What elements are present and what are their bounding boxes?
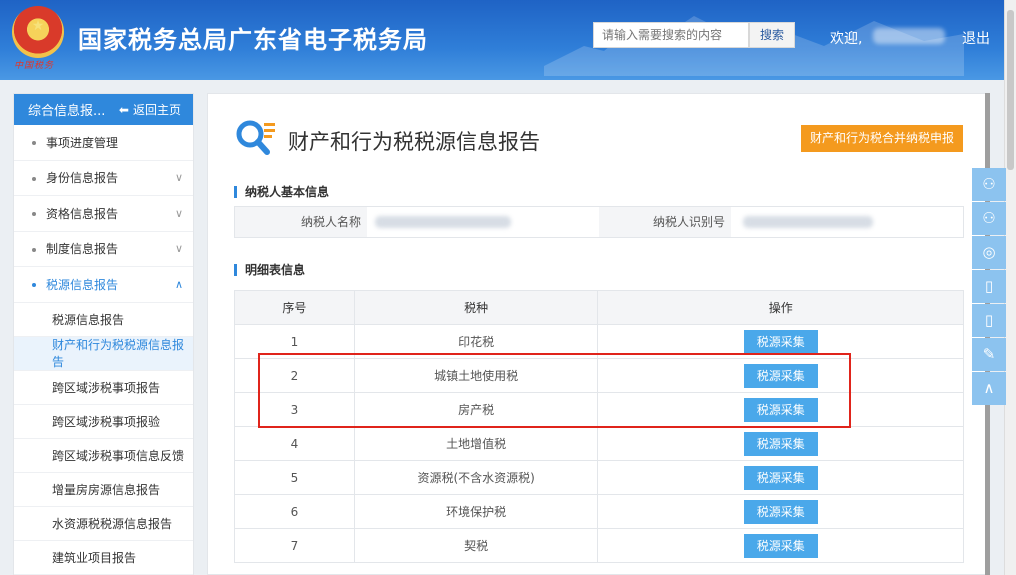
sidebar-item-label: 事项进度管理 [46, 135, 119, 150]
row-no: 6 [234, 494, 355, 529]
table-row: 6 环境保护税 税源采集 [234, 494, 964, 529]
home-link-label: 返回主页 [132, 103, 181, 117]
mobile-icon[interactable]: ▯ [972, 304, 1006, 337]
logout-link[interactable]: 退出 [962, 28, 990, 48]
sidebar-subitem-construction-project[interactable]: 建筑业项目报告 [14, 541, 193, 575]
collect-button-land-appreciation-tax[interactable]: 税源采集 [743, 431, 818, 456]
edit-icon[interactable]: ✎ [972, 338, 1006, 371]
sidebar-subitem-cross-region-feedback[interactable]: 跨区域涉税事项信息反馈 [14, 439, 193, 473]
sidebar-subitem-property-behavior-tax[interactable]: 财产和行为税税源信息报告 [14, 336, 193, 371]
tax-emblem-logo: ★ [12, 6, 64, 58]
bullet-icon [32, 141, 36, 146]
row-tax: 资源税(不含水资源税) [353, 460, 599, 495]
collect-button-resource-tax[interactable]: 税源采集 [743, 465, 818, 490]
bullet-icon [32, 247, 36, 252]
sidebar-title: 综合信息报... [28, 104, 106, 119]
chevron-down-icon: ∨ [174, 206, 183, 220]
row-no: 7 [234, 528, 355, 563]
home-link[interactable]: ⬅ 返回主页 [119, 101, 181, 118]
collect-button-environmental-tax[interactable]: 税源采集 [743, 499, 818, 524]
highlight-annotation-box [258, 353, 851, 428]
bullet-icon [32, 212, 36, 217]
basic-info-section-title: 纳税人基本信息 [234, 186, 329, 198]
table-row: 7 契税 税源采集 [234, 528, 964, 563]
search-input[interactable] [593, 22, 749, 48]
page-title: 财产和行为税税源信息报告 [288, 130, 540, 154]
sidebar-item-system[interactable]: 制度信息报告 ∨ [14, 232, 193, 267]
column-header-action: 操作 [597, 290, 964, 325]
taxpayer-name-label: 纳税人名称 [235, 207, 367, 237]
user-name-redacted [873, 28, 945, 44]
float-toolbar: ⚇ ⚇ ◎ ▯ ▯ ✎ ∧ [972, 168, 1006, 406]
weibo-icon[interactable]: ◎ [972, 236, 1006, 269]
sidebar: 综合信息报... ⬅ 返回主页 事项进度管理 身份信息报告 ∨ 资格信息报告 ∨… [13, 93, 194, 575]
page-scrollbar-thumb[interactable] [1007, 10, 1014, 170]
sidebar-subitem-cross-region-inspection[interactable]: 跨区域涉税事项报验 [14, 405, 193, 439]
sidebar-subitem-tax-source-report[interactable]: 税源信息报告 [14, 303, 193, 337]
search-button[interactable]: 搜索 [749, 22, 795, 48]
row-tax: 契税 [353, 528, 599, 563]
sidebar-item-qualification[interactable]: 资格信息报告 ∨ [14, 196, 193, 232]
row-tax: 土地增值税 [353, 426, 599, 461]
taxpayer-id-value [731, 207, 963, 237]
column-header-no: 序号 [234, 290, 355, 325]
welcome-text: 欢迎, [830, 31, 863, 47]
row-no: 4 [234, 426, 355, 461]
bullet-icon [32, 176, 36, 181]
site-title: 国家税务总局广东省电子税务局 [78, 26, 428, 54]
detail-section-title: 明细表信息 [234, 264, 305, 276]
sidebar-item-label: 身份信息报告 [46, 171, 119, 186]
mobile-icon[interactable]: ▯ [972, 270, 1006, 303]
wechat-icon[interactable]: ⚇ [972, 202, 1006, 235]
wechat-icon[interactable]: ⚇ [972, 168, 1006, 201]
chevron-down-icon: ∨ [174, 171, 183, 185]
table-row: 5 资源税(不含水资源税) 税源采集 [234, 460, 964, 495]
sidebar-item-progress[interactable]: 事项进度管理 [14, 125, 193, 161]
collect-button-stamp-tax[interactable]: 税源采集 [743, 329, 818, 354]
sidebar-item-label: 资格信息报告 [46, 206, 119, 221]
back-arrow-icon: ⬅ [118, 102, 129, 117]
sidebar-item-label: 制度信息报告 [46, 242, 119, 257]
bullet-icon [32, 283, 36, 288]
collect-button-deed-tax[interactable]: 税源采集 [743, 533, 818, 558]
search-document-icon [236, 120, 275, 155]
sidebar-header: 综合信息报... ⬅ 返回主页 [14, 94, 193, 125]
sidebar-subitem-water-resource-tax[interactable]: 水资源税税源信息报告 [14, 507, 193, 541]
taxpayer-name-value [367, 207, 599, 237]
table-header-row: 序号 税种 操作 [234, 290, 964, 325]
sidebar-subitem-incremental-housing[interactable]: 增量房房源信息报告 [14, 473, 193, 507]
chevron-down-icon: ∨ [174, 242, 183, 256]
merge-declaration-button[interactable]: 财产和行为税合并纳税申报 [801, 125, 963, 152]
main-panel: 财产和行为税税源信息报告 财产和行为税合并纳税申报 纳税人基本信息 纳税人名称 … [207, 93, 987, 575]
sidebar-item-tax-source[interactable]: 税源信息报告 ∧ [14, 267, 193, 303]
sidebar-item-identity[interactable]: 身份信息报告 ∨ [14, 161, 193, 196]
chevron-up-icon: ∧ [174, 277, 183, 291]
taxpayer-id-label: 纳税人识别号 [599, 207, 731, 237]
emblem-text: 中国税务 [14, 61, 55, 71]
row-tax: 环境保护税 [353, 494, 599, 529]
column-header-tax: 税种 [353, 290, 599, 325]
sidebar-subitem-cross-region-report[interactable]: 跨区域涉税事项报告 [14, 371, 193, 405]
back-to-top-icon[interactable]: ∧ [972, 372, 1006, 405]
site-header: ★ 中国税务 国家税务总局广东省电子税务局 搜索 欢迎, 退出 [0, 0, 1004, 80]
table-row: 4 土地增值税 税源采集 [234, 426, 964, 461]
row-no: 5 [234, 460, 355, 495]
taxpayer-info-table: 纳税人名称 纳税人识别号 [234, 206, 964, 238]
sidebar-item-label: 税源信息报告 [46, 277, 119, 292]
